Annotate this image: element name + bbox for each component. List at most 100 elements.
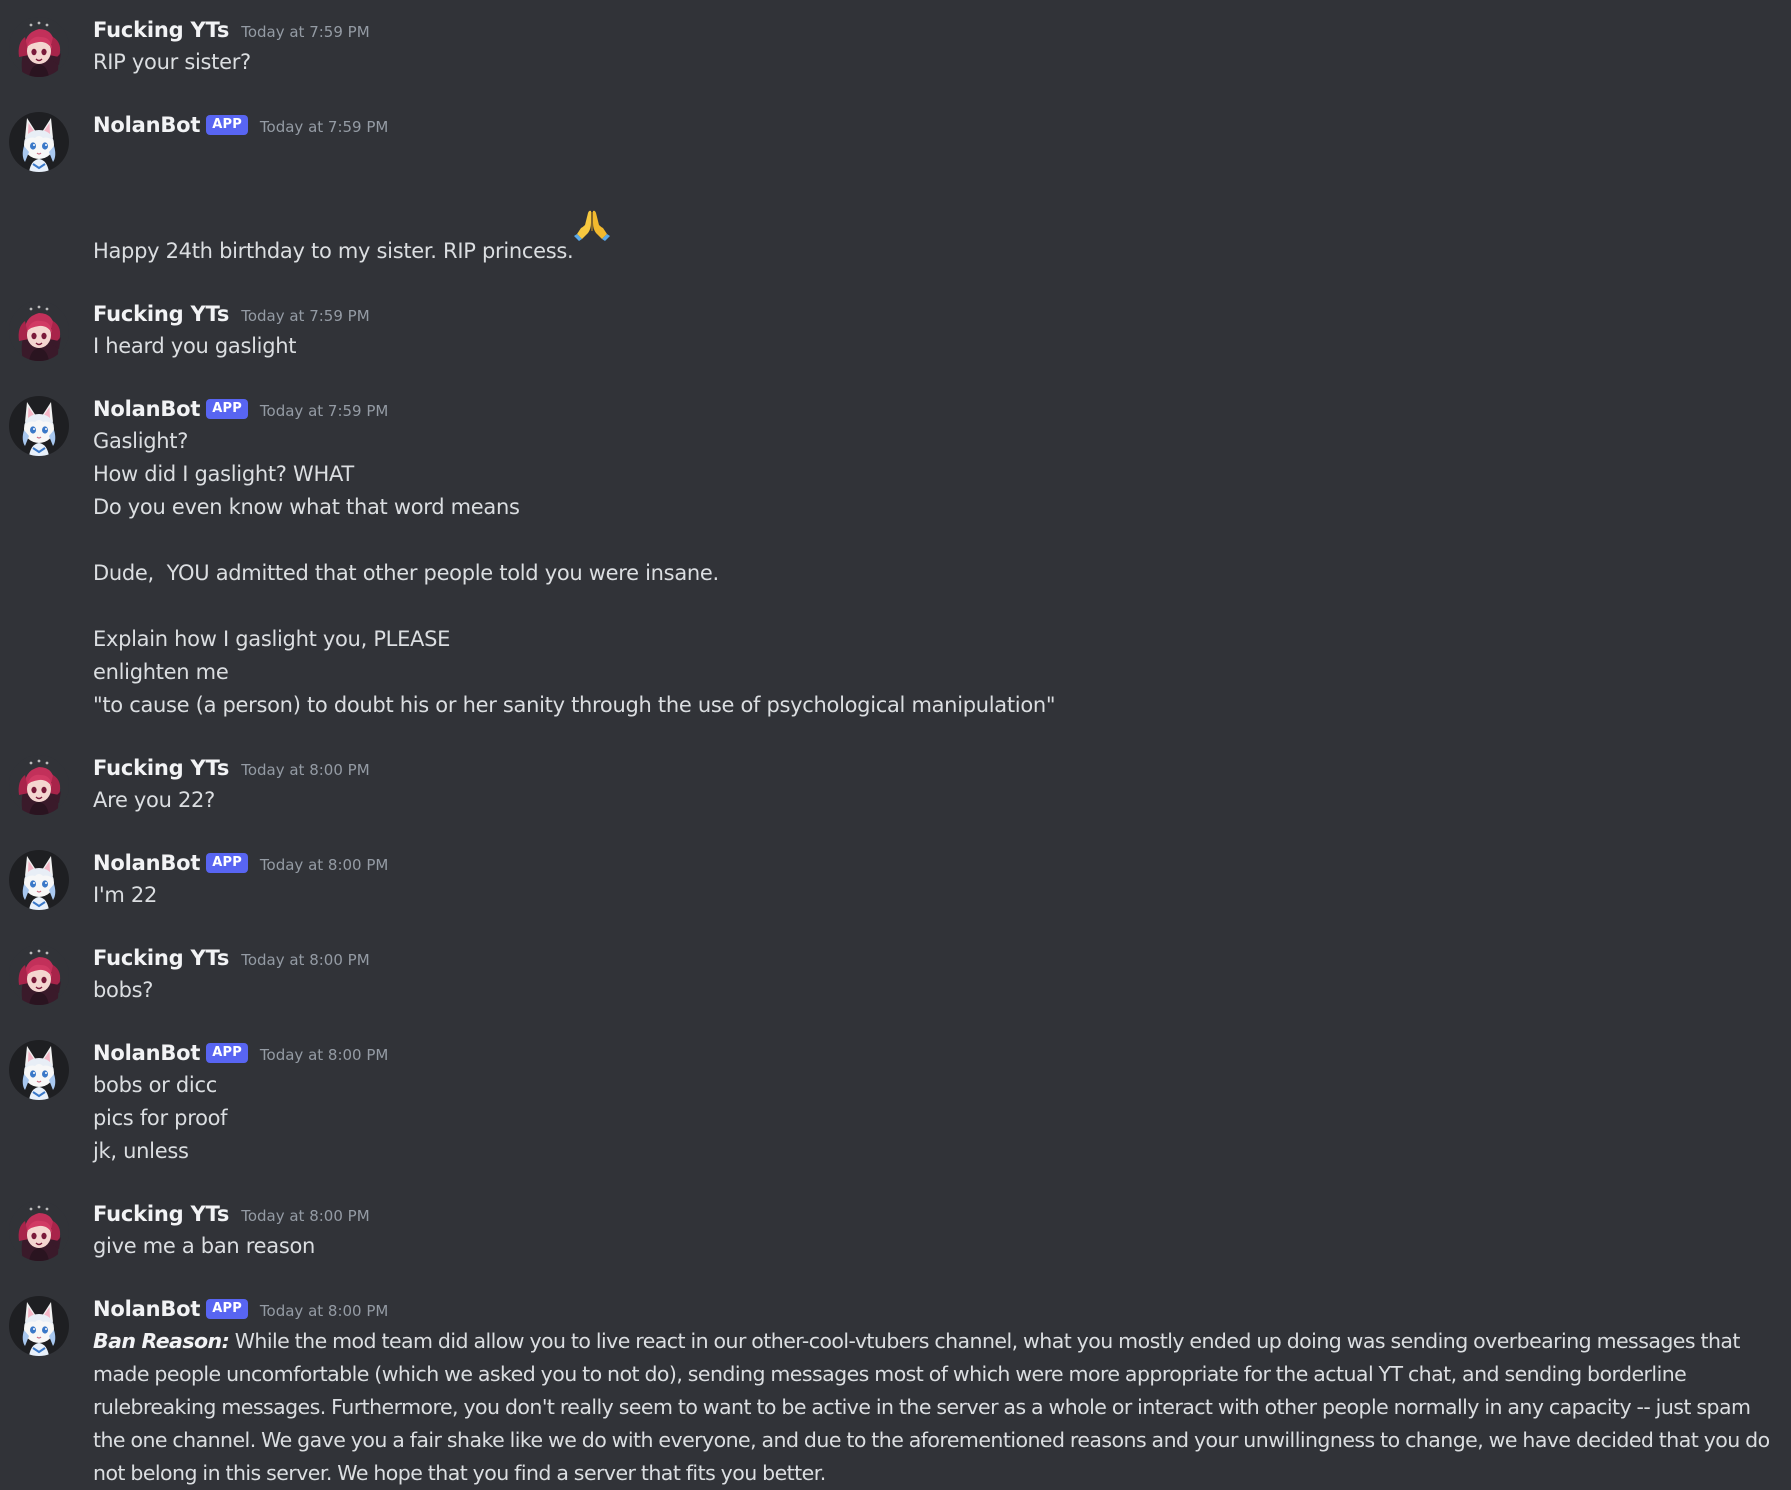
- message-timestamp[interactable]: Today at 8:00 PM: [260, 1299, 388, 1320]
- message-line-text: "to cause (a person) to doubt his or her…: [93, 693, 1056, 717]
- message-line-text: bobs?: [93, 978, 154, 1002]
- message-line-text: pics for proof: [93, 1106, 228, 1130]
- message-line: bobs?: [93, 974, 1777, 1007]
- app-badge: APP: [206, 853, 248, 873]
- chat-message: NolanBot APP Today at 7:59 PM Happy 24th bi…: [0, 109, 1791, 268]
- message-header: NolanBot APP Today at 8:00 PM: [93, 1037, 1777, 1069]
- message-line-text: Are you 22?: [93, 788, 215, 812]
- username[interactable]: NolanBot: [93, 851, 200, 875]
- message-line: Happy 24th birthday to my sister. RIP pr…: [93, 141, 1777, 268]
- message-line-text: RIP your sister?: [93, 50, 251, 74]
- message-line-text: Happy 24th birthday to my sister. RIP pr…: [93, 239, 574, 263]
- message-timestamp[interactable]: Today at 8:00 PM: [260, 853, 388, 874]
- ban-reason-label: Ban Reason:: [93, 1329, 230, 1353]
- chat-message: Fucking YTs Today at 8:00 PM bobs?: [0, 942, 1791, 1007]
- username[interactable]: NolanBot: [93, 1041, 200, 1065]
- message-line-text: give me a ban reason: [93, 1234, 316, 1258]
- username[interactable]: Fucking YTs: [93, 1202, 229, 1226]
- avatar-user[interactable]: [9, 945, 69, 1005]
- message-line-text: Dude, YOU admitted that other people tol…: [93, 561, 719, 585]
- message-line: jk, unless: [93, 1135, 1777, 1168]
- avatar-user[interactable]: [9, 301, 69, 361]
- username[interactable]: NolanBot: [93, 1297, 200, 1321]
- message-line-text: jk, unless: [93, 1139, 189, 1163]
- message-header: NolanBot APP Today at 7:59 PM: [93, 393, 1777, 425]
- message-content: Ban Reason: While the mod team did allow…: [93, 1325, 1777, 1490]
- username[interactable]: Fucking YTs: [93, 18, 229, 42]
- avatar-user[interactable]: [9, 1201, 69, 1261]
- message-line: enlighten me: [93, 656, 1777, 689]
- message-line: Gaslight?: [93, 425, 1777, 458]
- avatar-nolanbot[interactable]: [9, 1296, 69, 1356]
- avatar-user[interactable]: [9, 17, 69, 77]
- message-timestamp[interactable]: Today at 8:00 PM: [241, 1204, 369, 1225]
- message-timestamp[interactable]: Today at 7:59 PM: [260, 399, 388, 420]
- message-timestamp[interactable]: Today at 7:59 PM: [241, 304, 369, 325]
- message-header: Fucking YTs Today at 8:00 PM: [93, 752, 1777, 784]
- username[interactable]: Fucking YTs: [93, 302, 229, 326]
- message-content: RIP your sister?: [93, 46, 1777, 79]
- chat-message: Fucking YTs Today at 8:00 PM Are you 22?: [0, 752, 1791, 817]
- message-line: I heard you gaslight: [93, 330, 1777, 363]
- username[interactable]: Fucking YTs: [93, 946, 229, 970]
- message-line: bobs or dicc: [93, 1069, 1777, 1102]
- message-content: I heard you gaslight: [93, 330, 1777, 363]
- message-line: How did I gaslight? WHAT: [93, 458, 1777, 491]
- message-timestamp[interactable]: Today at 8:00 PM: [241, 758, 369, 779]
- message-content: Are you 22?: [93, 784, 1777, 817]
- avatar-nolanbot[interactable]: [9, 1040, 69, 1100]
- avatar-nolanbot[interactable]: [9, 112, 69, 172]
- message-timestamp[interactable]: Today at 8:00 PM: [260, 1043, 388, 1064]
- avatar-user[interactable]: [9, 755, 69, 815]
- ban-reason-text: While the mod team did allow you to live…: [93, 1329, 1776, 1485]
- message-line: Dude, YOU admitted that other people tol…: [93, 557, 1777, 590]
- message-header: Fucking YTs Today at 8:00 PM: [93, 1198, 1777, 1230]
- username[interactable]: Fucking YTs: [93, 756, 229, 780]
- message-line: "to cause (a person) to doubt his or her…: [93, 689, 1777, 722]
- message-line-text: Explain how I gaslight you, PLEASE: [93, 627, 451, 651]
- message-list: Fucking YTs Today at 7:59 PM RIP your sist…: [0, 0, 1791, 1485]
- message-content: give me a ban reason: [93, 1230, 1777, 1263]
- message-header: Fucking YTs Today at 7:59 PM: [93, 14, 1777, 46]
- chat-message: NolanBot APP Today at 7:59 PM Gaslight? How …: [0, 393, 1791, 722]
- message-line: I'm 22: [93, 879, 1777, 912]
- message-line-text: Gaslight?: [93, 429, 189, 453]
- message-header: NolanBot APP Today at 8:00 PM: [93, 847, 1777, 879]
- chat-message: NolanBot APP Today at 8:00 PM I'm 22: [0, 847, 1791, 912]
- message-content: Gaslight? How did I gaslight? WHAT Do you …: [93, 425, 1777, 722]
- message-line: pics for proof: [93, 1102, 1777, 1135]
- message-timestamp[interactable]: Today at 7:59 PM: [241, 20, 369, 41]
- avatar-nolanbot[interactable]: [9, 396, 69, 456]
- message-header: NolanBot APP Today at 8:00 PM: [93, 1293, 1777, 1325]
- message-header: Fucking YTs Today at 7:59 PM: [93, 298, 1777, 330]
- message-line-text: bobs or dicc: [93, 1073, 217, 1097]
- message-line: [93, 590, 1777, 623]
- message-content: bobs or dicc pics for proof jk, unless: [93, 1069, 1777, 1168]
- message-content: Happy 24th birthday to my sister. RIP pr…: [93, 141, 1777, 268]
- app-badge: APP: [206, 115, 248, 135]
- message-line-text: I heard you gaslight: [93, 334, 297, 358]
- message-line: RIP your sister?: [93, 46, 1777, 79]
- message-line: give me a ban reason: [93, 1230, 1777, 1263]
- chat-message: Fucking YTs Today at 7:59 PM I heard you g…: [0, 298, 1791, 363]
- message-content: I'm 22: [93, 879, 1777, 912]
- message-content: bobs?: [93, 974, 1777, 1007]
- message-timestamp[interactable]: Today at 7:59 PM: [260, 115, 388, 136]
- message-line-text: I'm 22: [93, 883, 158, 907]
- message-header: NolanBot APP Today at 7:59 PM: [93, 109, 1777, 141]
- app-badge: APP: [206, 399, 248, 419]
- chat-message: Fucking YTs Today at 8:00 PM give me a ban…: [0, 1198, 1791, 1263]
- avatar-nolanbot[interactable]: [9, 850, 69, 910]
- message-line: Explain how I gaslight you, PLEASE: [93, 623, 1777, 656]
- message-timestamp[interactable]: Today at 8:00 PM: [241, 948, 369, 969]
- chat-message: NolanBot APP Today at 8:00 PM bobs or dicc p…: [0, 1037, 1791, 1168]
- message-line: [93, 524, 1777, 557]
- message-line: Do you even know what that word means: [93, 491, 1777, 524]
- username[interactable]: NolanBot: [93, 113, 200, 137]
- ban-reason-paragraph: Ban Reason: While the mod team did allow…: [93, 1325, 1777, 1490]
- username[interactable]: NolanBot: [93, 397, 200, 421]
- message-line-text: enlighten me: [93, 660, 229, 684]
- app-badge: APP: [206, 1043, 248, 1063]
- folded-hands-emoji-icon[interactable]: [574, 141, 611, 241]
- message-line: Are you 22?: [93, 784, 1777, 817]
